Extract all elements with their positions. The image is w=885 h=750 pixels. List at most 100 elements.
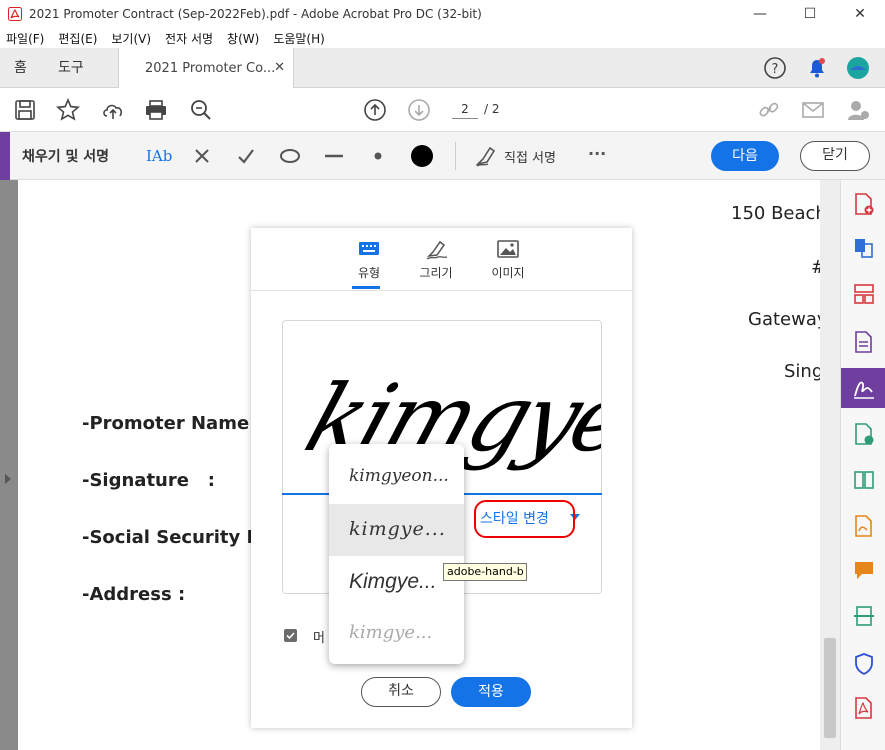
scan-ocr-icon xyxy=(853,606,874,626)
main-toolbar xyxy=(0,88,885,132)
menu-window[interactable]: 창(W) xyxy=(227,30,259,47)
maximize-button[interactable]: ☐ xyxy=(785,0,835,28)
close-tab-icon[interactable]: ✕ xyxy=(274,60,285,75)
rail-fill-sign[interactable] xyxy=(841,368,885,408)
rail-compare[interactable] xyxy=(841,462,885,498)
cross-mark-icon[interactable] xyxy=(190,144,214,168)
style-tooltip: adobe-hand-b xyxy=(443,563,527,581)
rail-create-pdf[interactable] xyxy=(841,186,885,222)
scrollbar-thumb[interactable] xyxy=(824,638,836,738)
pdf-tool-icon xyxy=(854,697,872,719)
email-icon[interactable] xyxy=(801,98,825,122)
window-title: 2021 Promoter Contract (Sep-2022Feb).pdf… xyxy=(29,7,482,21)
page-total-label: / 2 xyxy=(484,102,500,116)
rail-combine[interactable] xyxy=(841,230,885,266)
style-option-label: kimgyeon... xyxy=(349,466,449,486)
color-picker-icon[interactable] xyxy=(408,142,436,170)
apply-button[interactable]: 적용 xyxy=(451,677,531,707)
rail-export-pdf[interactable] xyxy=(841,416,885,452)
direct-sign-label[interactable]: 직접 서명 xyxy=(504,147,556,166)
menu-view[interactable]: 보기(V) xyxy=(111,30,151,47)
highlight-annotation xyxy=(474,500,575,538)
style-option-label: kimgye... xyxy=(349,518,446,540)
create-pdf-icon xyxy=(854,193,873,215)
keyboard-icon xyxy=(359,242,379,255)
fill-sign-title: 채우기 및 서명 xyxy=(22,149,110,165)
add-text-tool-icon[interactable]: IAb xyxy=(146,144,174,168)
tab-divider xyxy=(251,290,632,291)
style-option[interactable]: kimgyeon... xyxy=(329,452,464,504)
rail-organize[interactable] xyxy=(841,276,885,312)
ellipse-tool-icon[interactable] xyxy=(278,144,302,168)
next-page-icon[interactable] xyxy=(407,98,431,122)
close-window-button[interactable]: ✕ xyxy=(835,0,885,28)
field-signature: -Signature : xyxy=(82,470,215,491)
style-option-label: Kimgye... xyxy=(349,570,437,593)
more-options-icon[interactable]: ··· xyxy=(588,144,606,163)
tab-image-label: 이미지 xyxy=(491,266,525,280)
menu-file[interactable]: 파일(F) xyxy=(6,30,44,47)
menu-edit[interactable]: 편집(E) xyxy=(58,30,97,47)
check-mark-icon[interactable] xyxy=(234,144,258,168)
organize-pages-icon xyxy=(853,284,874,304)
tab-tools[interactable]: 도구 xyxy=(58,48,84,88)
menu-help[interactable]: 도움말(H) xyxy=(273,30,325,47)
fill-sign-icon xyxy=(853,381,874,399)
user-avatar-icon[interactable] xyxy=(846,56,870,80)
previous-page-icon[interactable] xyxy=(363,98,387,122)
rail-request-sign[interactable] xyxy=(841,508,885,544)
minimize-button[interactable]: — xyxy=(735,0,785,28)
print-icon[interactable] xyxy=(144,98,168,122)
save-icon[interactable] xyxy=(13,98,37,122)
rail-comment[interactable] xyxy=(841,552,885,588)
next-button[interactable]: 다음 xyxy=(711,141,779,171)
export-pdf-icon xyxy=(854,423,873,445)
right-tools-rail xyxy=(840,180,885,750)
window-titlebar: 2021 Promoter Contract (Sep-2022Feb).pdf… xyxy=(0,0,885,28)
style-option-hovered[interactable]: kimgye... xyxy=(329,504,464,556)
rail-protect[interactable] xyxy=(841,646,885,682)
share-link-icon[interactable] xyxy=(757,98,781,122)
comment-icon xyxy=(854,562,873,579)
toolbar-divider xyxy=(455,142,456,170)
line-tool-icon[interactable] xyxy=(322,144,346,168)
tab-home[interactable]: 홈 xyxy=(14,48,27,88)
rail-more-pdf[interactable] xyxy=(841,690,885,726)
dot-tool-icon[interactable] xyxy=(366,144,390,168)
tab-document[interactable]: 2021 Promoter Co... ✕ xyxy=(118,48,294,89)
page-number-input[interactable]: 2 xyxy=(452,99,478,119)
cloud-upload-icon[interactable] xyxy=(101,98,125,122)
tab-image[interactable]: 이미지 xyxy=(473,228,543,290)
save-signature-checkbox[interactable] xyxy=(284,629,297,642)
acrobat-icon xyxy=(8,7,22,21)
checkmark-icon xyxy=(286,632,295,640)
style-option[interactable]: kimgye... xyxy=(329,608,464,660)
tab-type[interactable]: 유형 xyxy=(334,228,404,290)
help-icon[interactable]: ? xyxy=(763,56,787,80)
combine-files-icon xyxy=(854,239,873,258)
field-promoter-name: -Promoter Name ( xyxy=(82,413,264,434)
zoom-search-icon[interactable] xyxy=(189,98,213,122)
fill-sign-accent-stripe xyxy=(0,132,10,180)
add-user-icon[interactable] xyxy=(846,98,870,122)
svg-text:?: ? xyxy=(772,62,779,77)
address-line-3: Gateway xyxy=(748,309,828,330)
active-tab-indicator xyxy=(352,286,380,289)
rail-edit-pdf[interactable] xyxy=(841,324,885,360)
notification-bell-icon[interactable] xyxy=(805,56,829,80)
style-option-label: kimgye... xyxy=(349,622,433,643)
tab-type-label: 유형 xyxy=(357,266,381,280)
address-line-1: 150 Beach xyxy=(731,203,827,224)
rail-scan[interactable] xyxy=(841,598,885,634)
close-button[interactable]: 닫기 xyxy=(800,141,870,171)
image-icon xyxy=(497,240,519,258)
request-signature-icon xyxy=(854,515,872,537)
tab-draw[interactable]: 그리기 xyxy=(401,228,471,290)
document-tab-label: 2021 Promoter Co... xyxy=(145,61,276,76)
sign-pen-icon[interactable] xyxy=(474,144,498,168)
bookmark-star-icon[interactable] xyxy=(56,98,80,122)
menu-esign[interactable]: 전자 서명 xyxy=(165,30,213,47)
compare-files-icon xyxy=(853,471,874,489)
expand-left-panel-icon[interactable] xyxy=(5,474,11,484)
cancel-button[interactable]: 취소 xyxy=(361,677,441,707)
